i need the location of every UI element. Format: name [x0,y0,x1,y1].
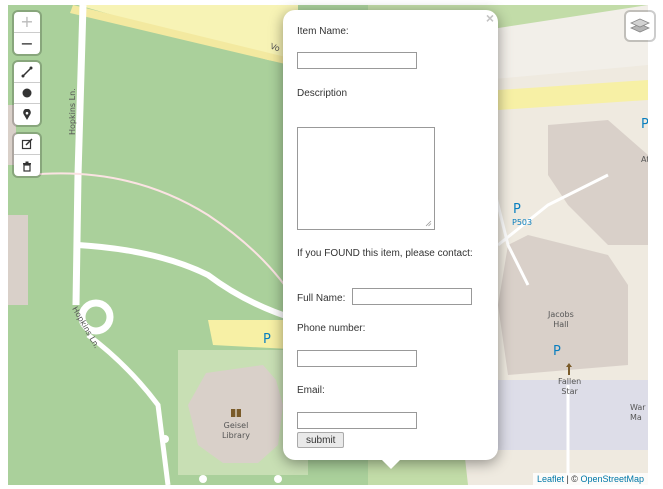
draw-circle-button[interactable] [14,83,40,104]
layers-icon [630,18,650,33]
parking-code-label: P503 [512,218,533,227]
item-name-input[interactable] [297,52,417,69]
draw-marker-button[interactable] [14,104,40,125]
monument-icon [566,363,572,375]
building-label: Fallen Star [558,377,582,396]
street-label: Hopkins Ln. [68,88,77,135]
building-label: War Ma [630,403,646,422]
edit-icon [21,138,33,150]
popup-tip [381,459,401,469]
item-name-label: Item Name: [297,26,349,37]
leaflet-link[interactable]: Leaflet [537,474,564,484]
full-name-input[interactable] [352,288,472,305]
circle-icon [22,88,32,98]
building-label: Geisel Library [222,421,250,440]
attribution-separator: | © [563,474,581,484]
phone-input[interactable] [297,350,417,367]
draw-polyline-button[interactable] [14,62,40,83]
parking-label: P [513,202,521,217]
trash-icon [23,161,31,172]
resize-handle-icon[interactable] [425,220,432,227]
email-input[interactable] [297,412,417,429]
draw-toolbar [14,62,40,125]
description-label: Description [297,88,348,99]
parking-label: P [641,117,648,132]
polyline-icon [21,66,33,78]
zoom-control: + − [14,12,40,54]
edit-layers-button[interactable] [14,134,40,155]
building-label: At [641,155,648,164]
marker-icon [23,108,31,120]
layers-control-button[interactable] [626,12,654,40]
full-name-label: Full Name: [297,293,346,304]
found-instructions: If you FOUND this item, please contact: [297,248,473,259]
edit-toolbar [14,134,40,176]
description-textarea[interactable] [297,127,435,230]
parking-label: P [553,344,561,359]
item-form-popup: × Item Name: Description If you FOUND th… [283,10,498,460]
email-label: Email: [297,385,325,396]
map-attribution: Leaflet | © OpenStreetMap [532,473,648,485]
building-label: Jacobs Hall [548,310,574,329]
delete-layers-button[interactable] [14,155,40,176]
submit-button[interactable]: submit [297,432,345,448]
close-icon[interactable]: × [486,10,494,26]
zoom-out-button[interactable]: − [14,33,40,54]
phone-label: Phone number: [297,323,366,334]
openstreetmap-link[interactable]: OpenStreetMap [580,474,644,484]
library-icon [231,409,241,417]
zoom-in-button[interactable]: + [14,12,40,33]
parking-label: P [263,332,271,347]
